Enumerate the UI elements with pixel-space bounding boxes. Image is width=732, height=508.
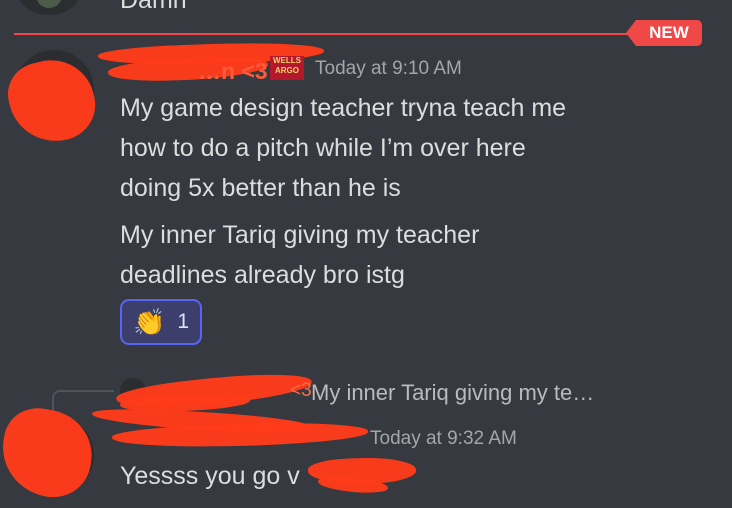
clapping-hands-icon: 👏 — [132, 307, 166, 337]
redaction-scribble — [1, 51, 103, 151]
new-badge: NEW — [626, 20, 702, 46]
chat-view: Damn NEW …n <3 WELLS ARGO Today at 9:10 A… — [0, 0, 732, 508]
new-messages-divider — [14, 33, 640, 35]
role-badge[interactable]: WELLS ARGO — [270, 56, 304, 80]
message-text-line: My inner Tariq giving my teacher — [120, 221, 480, 249]
message-text: Damn — [120, 0, 187, 14]
message-text: Yessss you go v — [120, 462, 300, 490]
reaction-clap[interactable]: 👏 1 — [120, 299, 202, 345]
timestamp[interactable]: Today at 9:10 AM — [315, 58, 462, 80]
message-text-line: doing 5x better than he is — [120, 174, 401, 202]
reaction-count: 1 — [177, 310, 190, 333]
username[interactable]: …n <3 — [198, 58, 268, 85]
message-text-line: how to do a pitch while I’m over here — [120, 134, 526, 162]
reply-preview[interactable]: My inner Tariq giving my te… — [311, 380, 594, 406]
message-text-line: My game design teacher tryna teach me — [120, 94, 567, 122]
avatar[interactable] — [18, 0, 80, 15]
message-text-line: deadlines already bro istg — [120, 261, 405, 289]
timestamp[interactable]: Today at 9:32 AM — [370, 428, 517, 450]
reply-username-suffix[interactable]: <3 — [290, 380, 312, 402]
